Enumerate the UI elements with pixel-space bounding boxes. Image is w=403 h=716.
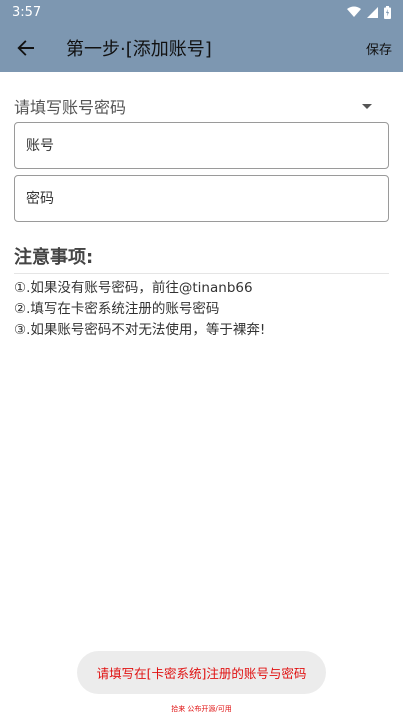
password-input[interactable] — [14, 175, 389, 222]
status-time: 3:57 — [12, 4, 42, 20]
wifi-icon — [347, 6, 361, 17]
arrow-left-icon — [17, 40, 34, 56]
app-bar: 第一步·[添加账号] 保存 — [0, 24, 403, 72]
dropdown-arrow-icon — [362, 103, 372, 109]
save-button[interactable]: 保存 — [366, 39, 392, 58]
back-button[interactable] — [2, 24, 50, 72]
notice-divider — [14, 273, 389, 274]
account-input[interactable] — [14, 122, 389, 169]
notice-title: 注意事项: — [14, 247, 94, 268]
page-title: 第一步·[添加账号] — [66, 39, 212, 60]
status-icons — [347, 5, 391, 19]
battery-icon — [384, 5, 391, 19]
dropdown-selected-value: 请填写账号密码 — [14, 98, 127, 117]
notice-item: ③.如果账号密码不对无法使用，等于裸奔! — [14, 322, 266, 338]
footer-note: 拾来 公布开源/可用 — [171, 705, 232, 713]
toast-message: 请填写在[卡密系统]注册的账号与密码 — [77, 651, 326, 694]
notice-item: ①.如果没有账号密码，前往@tinanb66 — [14, 280, 253, 296]
signal-icon — [367, 6, 378, 18]
account-type-dropdown[interactable]: 请填写账号密码 — [14, 94, 389, 118]
status-bar: 3:57 — [0, 0, 403, 24]
notice-list: ①.如果没有账号密码，前往@tinanb66 ②.填写在卡密系统注册的账号密码 … — [14, 278, 265, 341]
notice-item: ②.填写在卡密系统注册的账号密码 — [14, 301, 220, 317]
